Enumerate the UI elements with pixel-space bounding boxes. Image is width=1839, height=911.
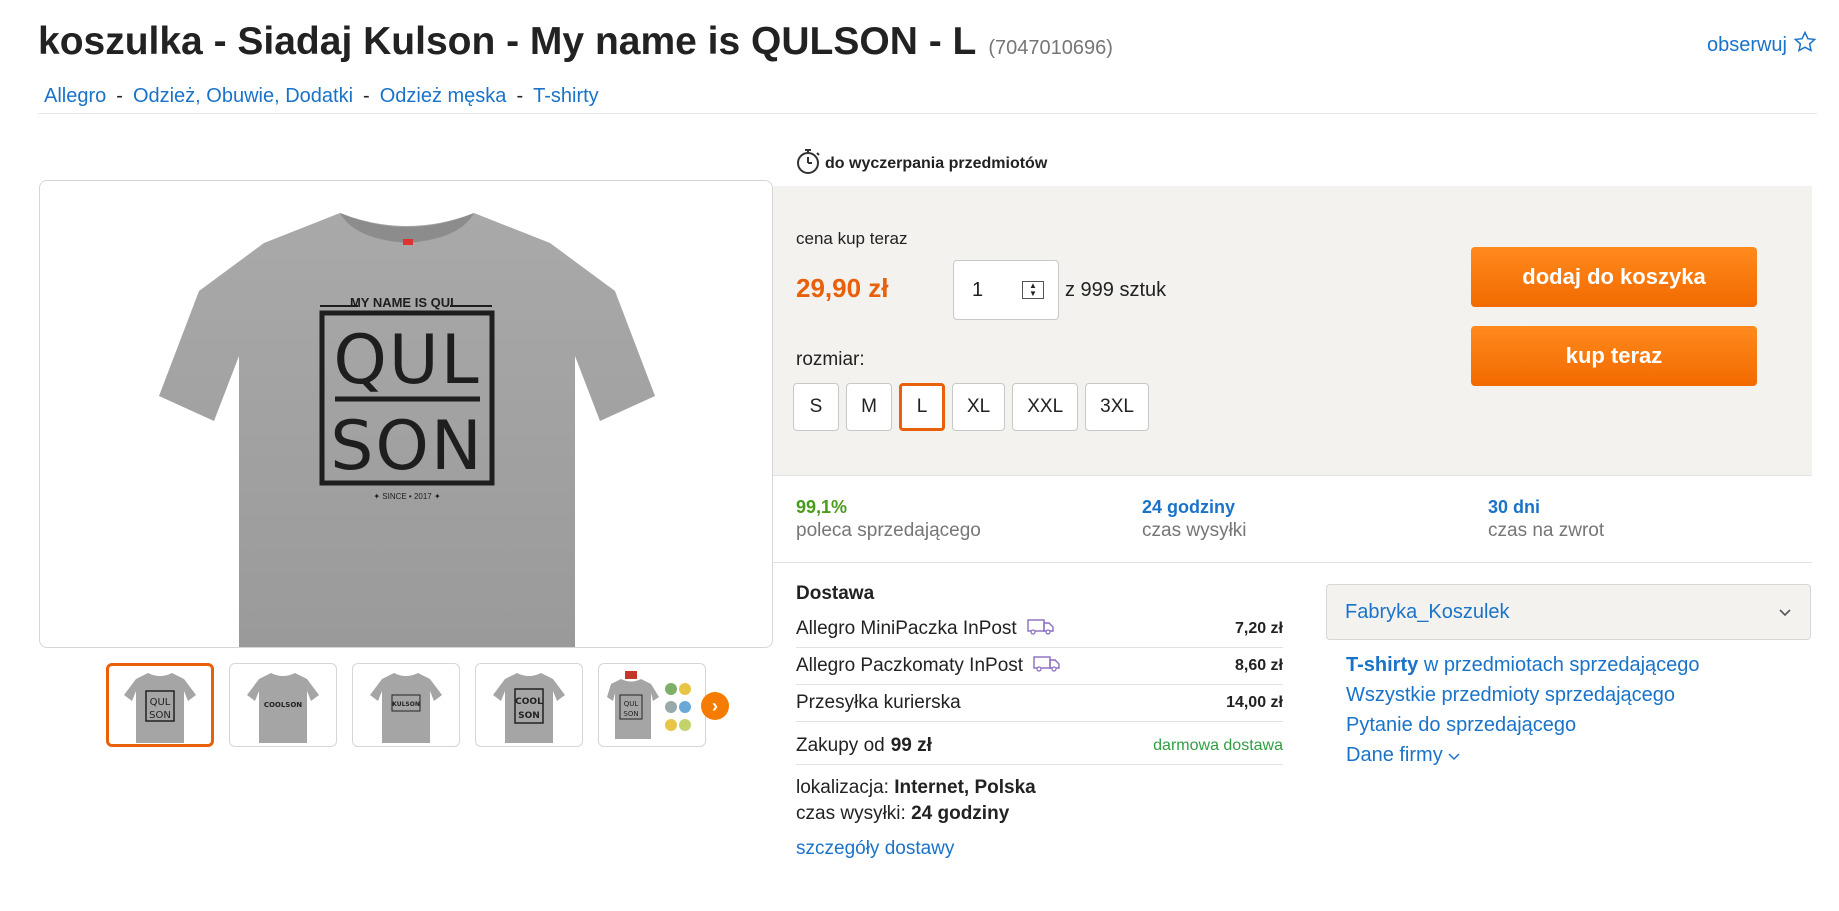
- availability-row: do wyczerpania przedmiotów: [795, 147, 1047, 180]
- svg-text:SON: SON: [623, 710, 638, 718]
- follow-label: obserwuj: [1706, 33, 1787, 56]
- company-data-link[interactable]: Dane firmy: [1346, 744, 1460, 766]
- free-delivery-label: darmowa dostawa: [1153, 737, 1283, 754]
- delivery-option-name: Przesyłka kurierska: [796, 692, 961, 713]
- stat-value: 24 godziny: [1142, 497, 1236, 517]
- tshirt-illustration: MY NAME IS QUL QUL SON ✦ SINCE • 2017 ✦: [159, 213, 655, 647]
- offer-id: (7047010696): [988, 37, 1113, 59]
- svg-text:SON: SON: [149, 710, 171, 721]
- svg-text:SON: SON: [518, 711, 540, 721]
- free-delivery-row: Zakupy od 99 zł darmowa dostawa: [796, 728, 1283, 765]
- star-icon: [1793, 30, 1817, 60]
- delivery-details-link[interactable]: szczegóły dostawy: [796, 838, 954, 860]
- thumbnail[interactable]: COOL SON: [475, 663, 583, 747]
- price: 29,90 zł: [796, 273, 889, 303]
- delivery-option-price: 14,00 zł: [1226, 694, 1283, 711]
- divider: [773, 562, 1812, 563]
- delivery-option: Allegro Paczkomaty InPost 8,60 zł: [796, 648, 1283, 685]
- seller-all-items-link[interactable]: Wszystkie przedmioty sprzedającego: [1346, 684, 1675, 706]
- thumbnail[interactable]: QUL SON: [598, 663, 706, 747]
- follow-button[interactable]: obserwuj: [1707, 30, 1817, 60]
- stat-value: 30 dni: [1488, 497, 1541, 517]
- svg-text:KULSON: KULSON: [392, 701, 420, 708]
- delivery-option: Przesyłka kurierska 14,00 zł: [796, 685, 1283, 722]
- print-line2-text: SON: [330, 407, 484, 486]
- svg-text:COOL: COOL: [515, 697, 543, 707]
- size-option-s[interactable]: S: [793, 383, 839, 431]
- size-option-m[interactable]: M: [846, 383, 892, 431]
- title-row: koszulka - Siadaj Kulson - My name is QU…: [38, 20, 1113, 64]
- seller-links: T-shirty w przedmiotach sprzedającego Ws…: [1346, 650, 1700, 770]
- svg-text:COOLSON: COOLSON: [264, 701, 302, 709]
- thumbnail[interactable]: COOLSON: [229, 663, 337, 747]
- free-delivery-prefix: Zakupy od: [796, 735, 885, 756]
- size-option-l[interactable]: L: [899, 383, 945, 431]
- ship-time-value: 24 godziny: [911, 803, 1010, 824]
- size-option-3xl[interactable]: 3XL: [1085, 383, 1149, 431]
- truck-return-icon: [1027, 617, 1055, 641]
- thumbnail-strip: QUL SON COOLSON KULSON COOL SON QUL SON: [106, 663, 706, 747]
- page-title: koszulka - Siadaj Kulson - My name is QU…: [38, 20, 977, 63]
- location-info: lokalizacja: Internet, Polska czas wysył…: [796, 775, 1036, 827]
- delivery-option-price: 7,20 zł: [1234, 620, 1283, 637]
- chevron-right-icon[interactable]: ›: [701, 692, 729, 720]
- stat-shipping-time: 24 godziny czas wysyłki: [1142, 497, 1247, 542]
- breadcrumb-item-clothing[interactable]: Odzież, Obuwie, Dodatki: [133, 85, 353, 108]
- availability-text: do wyczerpania przedmiotów: [825, 154, 1048, 172]
- size-option-xl[interactable]: XL: [952, 383, 1006, 431]
- quantity-stepper[interactable]: 1 ▲ ▼: [953, 260, 1059, 320]
- price-label: cena kup teraz: [796, 229, 908, 248]
- chevron-down-icon: [1448, 753, 1460, 761]
- breadcrumb: Allegro - Odzież, Obuwie, Dodatki - Odzi…: [44, 85, 599, 108]
- breadcrumb-item-tshirts[interactable]: T-shirty: [533, 85, 599, 108]
- location-value: Internet, Polska: [894, 777, 1036, 798]
- stat-value: 99,1%: [796, 497, 848, 517]
- chevron-down-icon: [1778, 601, 1792, 624]
- size-label: rozmiar:: [796, 349, 865, 370]
- quantity-value: 1: [972, 278, 984, 301]
- ask-seller-link[interactable]: Pytanie do sprzedającego: [1346, 714, 1576, 736]
- spinner-icon[interactable]: ▲ ▼: [1022, 281, 1044, 299]
- delivery-option-name: Allegro MiniPaczka InPost: [796, 618, 1017, 639]
- breadcrumb-separator: -: [363, 85, 370, 107]
- truck-return-icon: [1033, 654, 1061, 678]
- breadcrumb-item-mens-clothing[interactable]: Odzież męska: [380, 85, 507, 108]
- delivery-option-name: Allegro Paczkomaty InPost: [796, 655, 1024, 676]
- seller-category-link[interactable]: T-shirty w przedmiotach sprzedającego: [1346, 654, 1700, 676]
- seller-name: Fabryka_Koszulek: [1345, 600, 1510, 623]
- svg-text:QUL: QUL: [150, 697, 171, 708]
- breadcrumb-separator: -: [116, 85, 123, 107]
- delivery-heading: Dostawa: [796, 583, 875, 604]
- quantity-available: z 999 sztuk: [1065, 279, 1167, 301]
- delivery-section: Dostawa Allegro MiniPaczka InPost 7,20 z…: [796, 583, 1283, 765]
- svg-text:QUL: QUL: [624, 700, 639, 708]
- stopwatch-icon: [795, 147, 821, 180]
- breadcrumb-item-allegro[interactable]: Allegro: [44, 85, 106, 108]
- size-selector: S M L XL XXL 3XL: [793, 383, 1149, 431]
- stat-label: poleca sprzedającego: [796, 520, 981, 541]
- buy-now-button[interactable]: kup teraz: [1471, 326, 1757, 386]
- divider: [773, 475, 1812, 476]
- free-delivery-amount: 99 zł: [890, 735, 932, 756]
- location-label: lokalizacja:: [796, 777, 889, 798]
- buy-box: cena kup teraz 29,90 zł 1 ▲ ▼ z 999 sztuk…: [773, 186, 1812, 475]
- thumbnail[interactable]: QUL SON: [106, 663, 214, 747]
- stat-return: 30 dni czas na zwrot: [1488, 497, 1604, 542]
- stat-label: czas wysyłki: [1142, 520, 1247, 541]
- print-line1-text: QUL: [333, 321, 480, 400]
- thumbnail[interactable]: KULSON: [352, 663, 460, 747]
- breadcrumb-separator: -: [516, 85, 524, 107]
- add-to-cart-button[interactable]: dodaj do koszyka: [1471, 247, 1757, 307]
- delivery-option-price: 8,60 zł: [1234, 657, 1283, 674]
- delivery-option: Allegro MiniPaczka InPost 7,20 zł: [796, 611, 1283, 648]
- seller-dropdown[interactable]: Fabryka_Koszulek: [1326, 584, 1811, 640]
- divider: [38, 113, 1817, 114]
- ship-time-label: czas wysyłki:: [796, 803, 906, 824]
- product-main-image[interactable]: MY NAME IS QUL QUL SON ✦ SINCE • 2017 ✦: [39, 180, 773, 648]
- print-top-text: MY NAME IS QUL: [350, 295, 458, 310]
- stat-recommend: 99,1% poleca sprzedającego: [796, 497, 981, 542]
- stat-label: czas na zwrot: [1488, 520, 1605, 541]
- print-bottom-text: ✦ SINCE • 2017 ✦: [373, 492, 441, 501]
- size-option-xxl[interactable]: XXL: [1012, 383, 1079, 431]
